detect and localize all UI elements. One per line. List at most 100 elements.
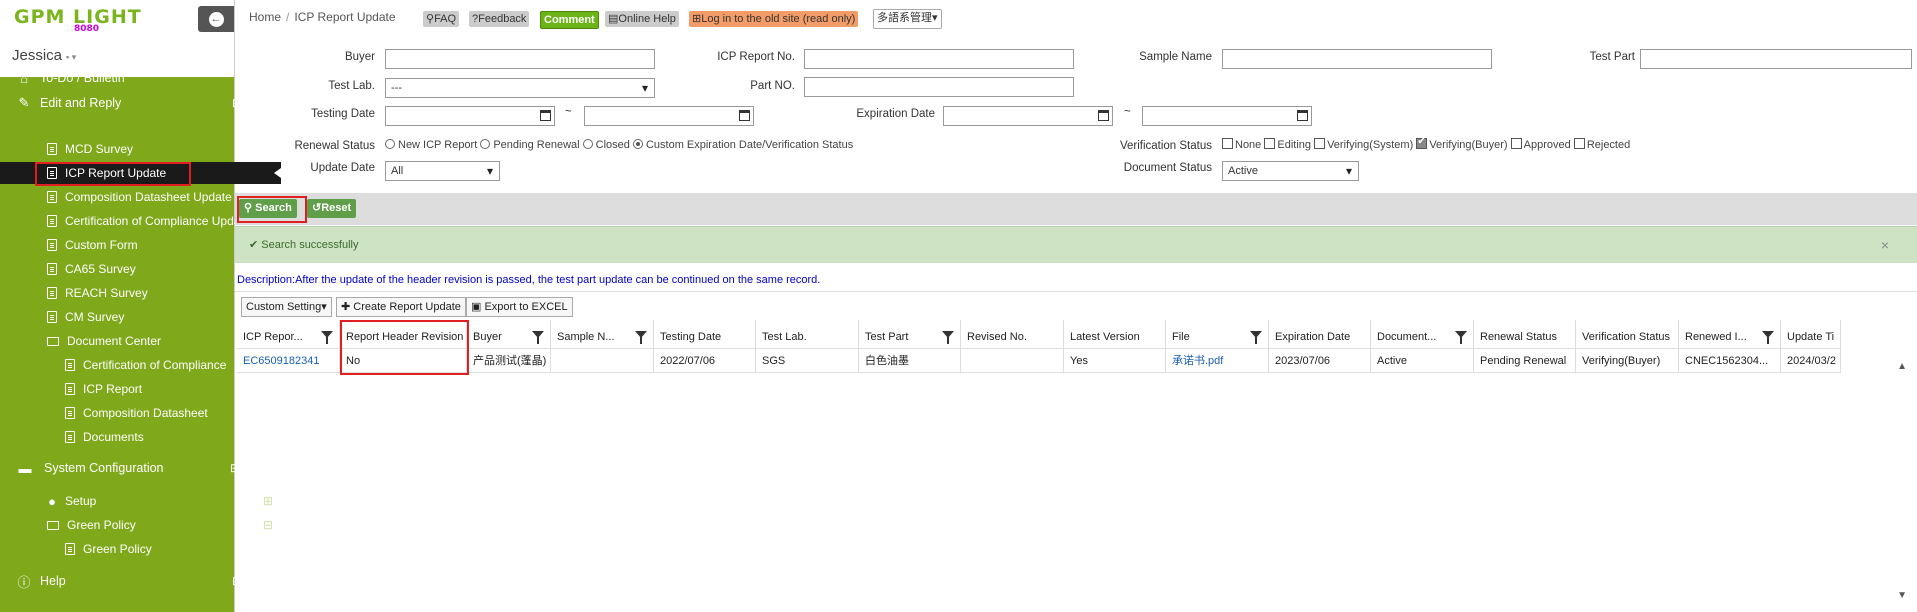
table-cell: 产品测试(蓬晶) bbox=[467, 349, 551, 373]
part-no-input[interactable] bbox=[804, 77, 1074, 97]
column-header[interactable]: Test Lab. bbox=[756, 320, 859, 349]
online-help-button[interactable]: ▤Online Help bbox=[605, 11, 679, 27]
testing-date-to[interactable] bbox=[584, 106, 754, 126]
sidebar-item-help[interactable]: ⓘ Help ⊞ bbox=[0, 570, 250, 592]
checkbox-editing[interactable]: Editing bbox=[1264, 138, 1311, 151]
document-status-label: Document Status bbox=[1123, 162, 1212, 174]
info-icon: ⓘ bbox=[17, 574, 31, 590]
part-no-label: Part NO. bbox=[750, 80, 795, 92]
sidebar-item-todo[interactable]: ⌂ To-Do / Bulletin bbox=[0, 67, 250, 89]
reset-button[interactable]: ↺Reset bbox=[307, 199, 357, 218]
column-header[interactable]: Expiration Date bbox=[1269, 320, 1371, 349]
table-cell: 2022/07/06 bbox=[654, 349, 756, 373]
column-header[interactable]: Verification Status bbox=[1576, 320, 1679, 349]
document-icon bbox=[47, 143, 57, 155]
document-icon bbox=[47, 311, 57, 323]
table-cell: 白色油墨 bbox=[859, 349, 961, 373]
breadcrumb-home[interactable]: Home bbox=[249, 10, 281, 24]
chevron-down-icon: ▾ bbox=[932, 12, 938, 24]
testing-date-label: Testing Date bbox=[311, 108, 375, 120]
user-icon: ● bbox=[48, 493, 56, 509]
sample-name-input[interactable] bbox=[1222, 49, 1492, 69]
table-cell-icp-report-no[interactable]: EC6509182341 bbox=[237, 349, 340, 373]
calendar-icon[interactable] bbox=[540, 110, 551, 121]
custom-setting-dropdown[interactable]: Custom Setting▾ bbox=[241, 297, 332, 317]
sidebar-item-edit-reply[interactable]: ✎ Edit and Reply ⊟ bbox=[0, 92, 250, 114]
success-alert: ✔ Search successfully × bbox=[235, 226, 1917, 263]
close-alert-button[interactable]: × bbox=[1881, 237, 1889, 253]
update-date-label: Update Date bbox=[310, 162, 375, 174]
checkbox-none[interactable]: None bbox=[1222, 138, 1261, 151]
document-icon bbox=[65, 543, 75, 555]
language-dropdown[interactable]: 多語系管理▾ bbox=[873, 9, 942, 29]
filter-icon[interactable] bbox=[1762, 331, 1774, 344]
document-status-select[interactable]: Active bbox=[1222, 161, 1359, 181]
faq-icon: ⚲ bbox=[426, 13, 435, 25]
logo: GPM LIGHT 8080 bbox=[14, 6, 142, 34]
breadcrumb-current: ICP Report Update bbox=[294, 10, 396, 24]
calendar-icon[interactable] bbox=[1297, 110, 1308, 121]
column-header[interactable]: Sample N... bbox=[551, 320, 654, 349]
filter-icon[interactable] bbox=[1455, 331, 1467, 344]
filter-icon[interactable] bbox=[942, 331, 954, 344]
column-header[interactable]: Renewal Status bbox=[1474, 320, 1576, 349]
home-icon: ⌂ bbox=[20, 70, 28, 86]
column-header[interactable]: Revised No. bbox=[961, 320, 1064, 349]
sidebar-item-system-configuration[interactable]: ▬ System Configuration ⊟ bbox=[0, 457, 248, 479]
expiration-date-from[interactable] bbox=[943, 106, 1113, 126]
table-cell: SGS bbox=[756, 349, 859, 373]
filter-icon[interactable] bbox=[532, 331, 544, 344]
create-report-update-button[interactable]: ✚ Create Report Update bbox=[336, 297, 466, 317]
column-header[interactable]: ICP Repor... bbox=[237, 320, 340, 349]
checkbox-verifying-system[interactable]: Verifying(System) bbox=[1314, 138, 1413, 151]
column-header[interactable]: Testing Date bbox=[654, 320, 756, 349]
table-cell-file-link[interactable]: 承诺书.pdf bbox=[1166, 349, 1269, 373]
column-header[interactable]: File bbox=[1166, 320, 1269, 349]
column-header[interactable]: Document... bbox=[1371, 320, 1474, 349]
update-date-select[interactable]: All bbox=[385, 161, 500, 181]
scroll-down-arrow-icon[interactable]: ▼ bbox=[1897, 590, 1907, 601]
faq-button[interactable]: ⚲FAQ bbox=[423, 11, 460, 27]
comment-button[interactable]: Comment bbox=[540, 11, 599, 29]
icp-no-input[interactable] bbox=[804, 49, 1074, 69]
table-cell: Yes bbox=[1064, 349, 1166, 373]
calendar-icon[interactable] bbox=[739, 110, 750, 121]
column-header[interactable]: Update Ti bbox=[1781, 320, 1841, 349]
collapse-sidebar-button[interactable]: ← bbox=[198, 6, 234, 32]
filter-icon[interactable] bbox=[321, 331, 333, 344]
top-bar: Home / ICP Report Update ⚲FAQ ?Feedback Co… bbox=[235, 0, 1917, 38]
checkbox-verifying-buyer[interactable]: Verifying(Buyer) bbox=[1416, 136, 1508, 151]
search-action-bar: ⚲ Search ↺Reset bbox=[235, 193, 1917, 225]
old-site-button[interactable]: ⊞Log in to the old site (read only) bbox=[689, 11, 859, 27]
column-header[interactable]: Renewed I... bbox=[1679, 320, 1781, 349]
user-menu[interactable]: Jessica ▪ ▾ bbox=[12, 47, 76, 64]
plus-icon: ✚ bbox=[341, 301, 354, 313]
column-header[interactable]: Buyer bbox=[467, 320, 551, 349]
radio-closed[interactable]: Closed bbox=[582, 139, 630, 151]
scroll-up-arrow-icon[interactable]: ▲ bbox=[1897, 361, 1907, 372]
column-header[interactable]: Latest Version bbox=[1064, 320, 1166, 349]
checkbox-rejected[interactable]: Rejected bbox=[1573, 138, 1630, 151]
grid-toolbar: Custom Setting▾ ✚ Create Report Update ▣… bbox=[235, 291, 1917, 320]
chevron-down-icon: ▾ bbox=[321, 301, 327, 313]
filter-icon[interactable] bbox=[635, 331, 647, 344]
test-part-input[interactable] bbox=[1640, 49, 1912, 69]
column-header[interactable]: Test Part bbox=[859, 320, 961, 349]
table-cell: Pending Renewal bbox=[1474, 349, 1576, 373]
radio-pending-renewal[interactable]: Pending Renewal bbox=[480, 139, 580, 151]
export-excel-button[interactable]: ▣ Export to EXCEL bbox=[466, 297, 573, 317]
expiration-date-to[interactable] bbox=[1142, 106, 1312, 126]
radio-new-icp-report[interactable]: New ICP Report bbox=[385, 139, 477, 151]
arrow-left-icon: ← bbox=[208, 11, 224, 27]
feedback-button[interactable]: ?Feedback bbox=[469, 11, 530, 27]
testing-date-from[interactable] bbox=[385, 106, 555, 126]
test-lab-label: Test Lab. bbox=[328, 80, 375, 92]
folder-icon bbox=[47, 336, 59, 346]
checkbox-approved[interactable]: Approved bbox=[1510, 138, 1571, 151]
radio-custom-expiration[interactable]: Custom Expiration Date/Verification Stat… bbox=[632, 139, 853, 151]
filter-icon[interactable] bbox=[1250, 331, 1262, 344]
document-icon bbox=[65, 359, 75, 371]
table-cell: 2024/03/2 bbox=[1781, 349, 1841, 373]
calendar-icon[interactable] bbox=[1098, 110, 1109, 121]
date-range-separator: ~ bbox=[1124, 106, 1131, 118]
